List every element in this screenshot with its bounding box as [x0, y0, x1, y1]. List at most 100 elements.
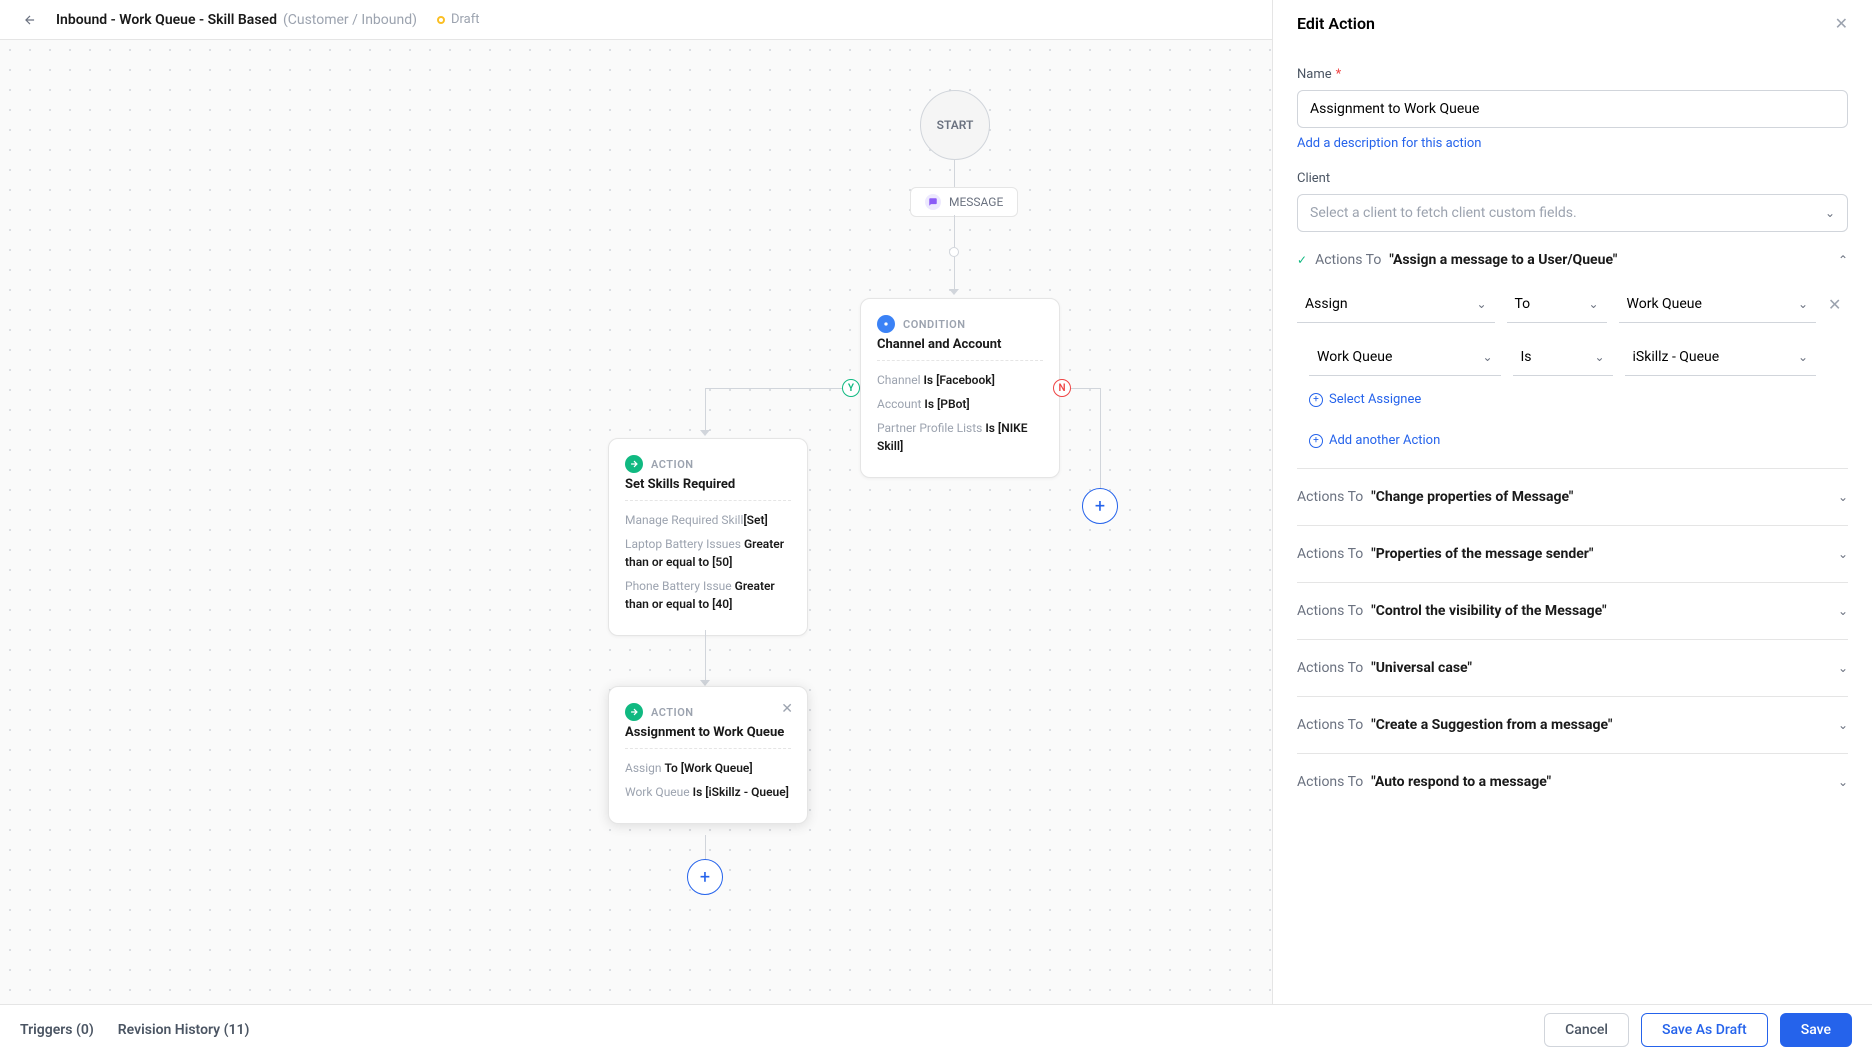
plus-circle-icon: +: [1309, 434, 1323, 448]
section-header[interactable]: Actions To "Control the visibility of th…: [1297, 603, 1848, 619]
add-description-link[interactable]: Add a description for this action: [1297, 136, 1481, 151]
action-row: Assign To [Work Queue]: [625, 759, 791, 777]
page-title: Inbound - Work Queue - Skill Based: [56, 12, 277, 28]
filter-op-select[interactable]: To⌄: [1507, 286, 1607, 323]
action-section-visibility: Actions To "Control the visibility of th…: [1297, 583, 1848, 640]
save-button[interactable]: Save: [1780, 1013, 1852, 1047]
action-section-change-props: Actions To "Change properties of Message…: [1297, 469, 1848, 526]
close-icon[interactable]: ✕: [781, 701, 793, 717]
filter-value-select[interactable]: iSkillz - Queue⌄: [1625, 339, 1817, 376]
flow-canvas[interactable]: START MESSAGE CONDITION Channel and Acco…: [0, 40, 1272, 1020]
action-node-assignment[interactable]: ✕ ACTION Assignment to Work Queue Assign…: [608, 686, 808, 824]
chevron-up-icon: ⌃: [1838, 253, 1848, 267]
remove-row-icon[interactable]: ✕: [1828, 295, 1848, 314]
action-icon: [625, 455, 643, 473]
chevron-down-icon: ⌄: [1798, 297, 1808, 311]
connector: [954, 160, 955, 187]
status-text: Draft: [451, 12, 480, 27]
add-another-action-link[interactable]: + Add another Action: [1309, 433, 1848, 448]
revision-history-tab[interactable]: Revision History (11): [118, 1022, 250, 1038]
check-icon: ✓: [1297, 253, 1307, 267]
connector: [1100, 388, 1101, 488]
filter-verb-select[interactable]: Assign⌄: [1297, 286, 1495, 323]
node-type-label: ACTION: [651, 706, 694, 719]
back-button[interactable]: [20, 10, 40, 30]
node-type-label: ACTION: [651, 458, 694, 471]
action-section-sender-props: Actions To "Properties of the message se…: [1297, 526, 1848, 583]
status-dot-icon: [437, 16, 445, 24]
close-panel-icon[interactable]: ✕: [1835, 14, 1848, 33]
add-node-button[interactable]: +: [687, 859, 723, 895]
chevron-down-icon: ⌄: [1798, 350, 1808, 364]
node-title: Channel and Account: [877, 337, 1043, 361]
name-input[interactable]: [1297, 90, 1848, 128]
no-badge: N: [1053, 379, 1071, 397]
node-title: Assignment to Work Queue: [625, 725, 791, 749]
action-section-assign: ✓ Actions To "Assign a message to a User…: [1297, 232, 1848, 469]
section-header[interactable]: Actions To "Universal case" ⌄: [1297, 660, 1848, 676]
chevron-down-icon: ⌄: [1476, 297, 1486, 311]
name-label: Name*: [1297, 67, 1848, 82]
chevron-down-icon: ⌄: [1838, 604, 1848, 618]
status-badge: Draft: [437, 12, 480, 27]
chevron-down-icon: ⌄: [1588, 297, 1598, 311]
chevron-down-icon: ⌄: [1838, 775, 1848, 789]
panel-title: Edit Action: [1297, 14, 1375, 33]
app-footer: Triggers (0) Revision History (11) Cance…: [0, 1004, 1872, 1054]
action-section-universal: Actions To "Universal case" ⌄: [1297, 640, 1848, 697]
triggers-tab[interactable]: Triggers (0): [20, 1022, 94, 1038]
filter-row: Assign⌄ To⌄ Work Queue⌄ ✕: [1297, 286, 1848, 323]
action-row: Manage Required Skill[Set]: [625, 511, 791, 529]
add-node-button[interactable]: +: [1082, 488, 1118, 524]
page-subtitle: (Customer / Inbound): [283, 12, 417, 28]
yes-badge: Y: [842, 379, 860, 397]
arrow-icon: [700, 430, 710, 436]
node-type-label: CONDITION: [903, 318, 966, 331]
connector: [705, 388, 706, 430]
condition-row: Account Is [PBot]: [877, 395, 1043, 413]
message-pill[interactable]: MESSAGE: [910, 187, 1018, 217]
node-title: Set Skills Required: [625, 477, 791, 501]
save-draft-button[interactable]: Save As Draft: [1641, 1013, 1768, 1047]
filter-field-select[interactable]: Work Queue⌄: [1309, 339, 1501, 376]
chevron-down-icon: ⌄: [1594, 350, 1604, 364]
connector: [705, 630, 706, 680]
section-header[interactable]: Actions To "Auto respond to a message" ⌄: [1297, 774, 1848, 790]
arrow-icon: [949, 289, 959, 295]
action-section-suggestion: Actions To "Create a Suggestion from a m…: [1297, 697, 1848, 754]
condition-row: Partner Profile Lists Is [NIKE Skill]: [877, 419, 1043, 455]
client-select[interactable]: Select a client to fetch client custom f…: [1297, 194, 1848, 232]
plus-circle-icon: +: [1309, 393, 1323, 407]
section-header[interactable]: Actions To "Create a Suggestion from a m…: [1297, 717, 1848, 733]
connector: [705, 388, 842, 389]
message-icon: [925, 194, 941, 210]
filter-row: Work Queue⌄ Is⌄ iSkillz - Queue⌄ ✕: [1297, 339, 1848, 376]
start-node[interactable]: START: [920, 90, 990, 160]
connector-dot: [949, 247, 959, 257]
chevron-down-icon: ⌄: [1838, 490, 1848, 504]
chevron-down-icon: ⌄: [1482, 350, 1492, 364]
section-header[interactable]: Actions To "Properties of the message se…: [1297, 546, 1848, 562]
edit-action-panel: Edit Action ✕ Name* Add a description fo…: [1272, 0, 1872, 1010]
connector: [954, 215, 955, 247]
panel-header: Edit Action ✕: [1273, 0, 1872, 47]
cancel-button[interactable]: Cancel: [1544, 1013, 1629, 1047]
action-node-skills[interactable]: ACTION Set Skills Required Manage Requir…: [608, 438, 808, 636]
condition-node[interactable]: CONDITION Channel and Account Channel Is…: [860, 298, 1060, 478]
connector: [1071, 388, 1100, 389]
connector: [954, 257, 955, 289]
chevron-down-icon: ⌄: [1825, 206, 1835, 220]
select-assignee-link[interactable]: + Select Assignee: [1309, 392, 1848, 407]
filter-op-select[interactable]: Is⌄: [1513, 339, 1613, 376]
section-header[interactable]: ✓ Actions To "Assign a message to a User…: [1297, 252, 1848, 268]
panel-body: Name* Add a description for this action …: [1273, 47, 1872, 1010]
chevron-down-icon: ⌄: [1838, 547, 1848, 561]
action-row: Phone Battery Issue Greater than or equa…: [625, 577, 791, 613]
chevron-down-icon: ⌄: [1838, 661, 1848, 675]
connector: [705, 835, 706, 859]
chevron-down-icon: ⌄: [1838, 718, 1848, 732]
condition-icon: [877, 315, 895, 333]
filter-target-select[interactable]: Work Queue⌄: [1619, 286, 1817, 323]
action-icon: [625, 703, 643, 721]
section-header[interactable]: Actions To "Change properties of Message…: [1297, 489, 1848, 505]
